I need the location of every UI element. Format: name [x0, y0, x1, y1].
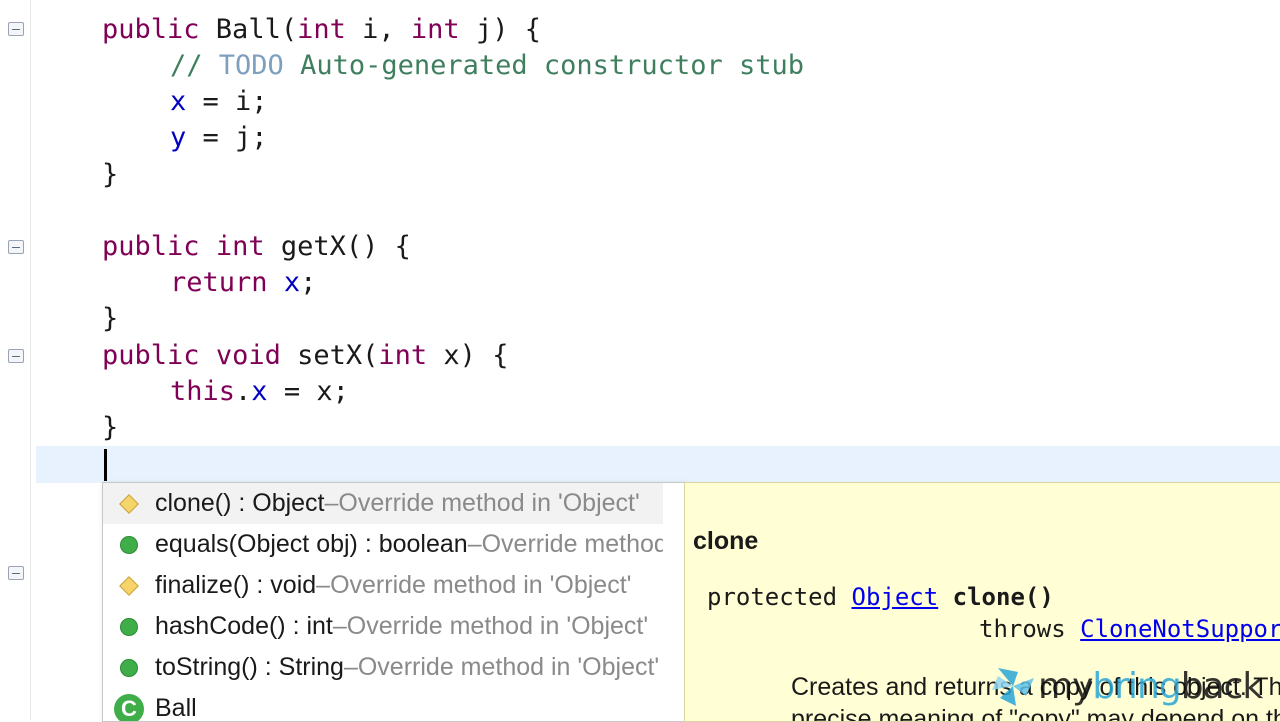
- completion-label: Ball: [155, 694, 197, 722]
- completion-label: hashCode() : int: [155, 612, 333, 641]
- completion-detail: Override method in 'Object': [482, 530, 663, 559]
- completion-detail: Override method in 'Object': [358, 653, 659, 682]
- public-method-icon: [103, 536, 155, 554]
- public-method-icon: [103, 618, 155, 636]
- completion-item-tostring[interactable]: toString() : String – Override method in…: [103, 647, 663, 688]
- javadoc-title: clone: [693, 527, 758, 556]
- completion-item-hashcode[interactable]: hashCode() : int – Override method in 'O…: [103, 606, 663, 647]
- code-line-this-x: this.x = x;: [170, 374, 349, 410]
- public-method-icon: [103, 659, 155, 677]
- completion-detail: Override method in 'Object': [330, 571, 631, 600]
- exception-type-link[interactable]: CloneNotSupportedException: [1080, 615, 1280, 643]
- completion-item-clone[interactable]: clone() : Object – Override method in 'O…: [103, 483, 663, 524]
- content-assist-popup[interactable]: clone() : Object – Override method in 'O…: [102, 482, 686, 722]
- channel-watermark-logo: mybringback: [988, 662, 1262, 710]
- completion-item-equals[interactable]: equals(Object obj) : boolean – Override …: [103, 524, 663, 565]
- javadoc-throws: throws CloneNotSupportedException: [979, 615, 1280, 643]
- code-line-constructor: public Ball(int i, int j) {: [102, 12, 541, 48]
- code-line-return-x: return x;: [170, 265, 316, 301]
- completion-label: finalize() : void: [155, 571, 316, 600]
- completion-item-finalize[interactable]: finalize() : void – Override method in '…: [103, 565, 663, 606]
- code-line-assign-y: y = j;: [170, 120, 268, 156]
- watermark-text: mybringback: [1038, 666, 1262, 707]
- code-line-close-brace: }: [102, 301, 118, 337]
- completion-label: equals(Object obj) : boolean: [155, 530, 468, 559]
- javadoc-signature: protected Object clone(): [707, 583, 1054, 611]
- code-line-assign-x: x = i;: [170, 84, 268, 120]
- code-line-close-brace: }: [102, 157, 118, 193]
- protected-method-icon: [103, 579, 155, 593]
- code-line-getx: public int getX() {: [102, 229, 411, 265]
- object-type-link[interactable]: Object: [852, 583, 939, 611]
- completion-label: toString() : String: [155, 653, 344, 682]
- completion-detail: Override method in 'Object': [347, 612, 648, 641]
- protected-method-icon: [103, 497, 155, 511]
- code-line-close-brace: }: [102, 410, 118, 446]
- completion-label: clone() : Object: [155, 489, 325, 518]
- completion-detail: Override method in 'Object': [338, 489, 639, 518]
- completion-item-ball-constructor[interactable]: C Ball: [103, 688, 663, 722]
- text-caret: [104, 449, 107, 481]
- code-line-todo-comment: // TODO Auto-generated constructor stub: [170, 48, 804, 84]
- code-line-setx: public void setX(int x) {: [102, 338, 508, 374]
- class-icon: C: [103, 694, 155, 722]
- pinwheel-logo-icon: [988, 664, 1038, 708]
